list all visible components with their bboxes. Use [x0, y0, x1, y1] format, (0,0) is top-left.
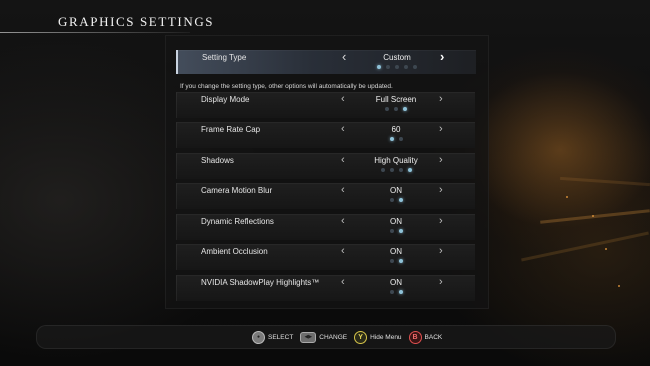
change-hint-label: CHANGE	[319, 333, 348, 341]
setting-value: ON	[390, 186, 402, 195]
level-dot	[413, 65, 417, 69]
setting-label: Display Mode	[201, 95, 250, 104]
chevron-left-icon[interactable]: ‹	[341, 184, 345, 196]
level-dot	[398, 137, 403, 141]
chevron-right-icon[interactable]: ›	[439, 276, 443, 288]
chevron-right-icon[interactable]: ›	[439, 93, 443, 105]
level-dot	[385, 107, 389, 111]
level-indicator	[354, 65, 440, 71]
level-indicator	[353, 168, 439, 174]
page-title: GRAPHICS SETTINGS	[58, 14, 215, 29]
level-indicator	[353, 229, 439, 235]
level-dot-active	[403, 107, 407, 111]
setting-label: Setting Type	[202, 53, 247, 62]
level-dot-active	[398, 198, 403, 202]
select-hint-label: SELECT	[268, 333, 294, 341]
level-dot	[394, 107, 398, 111]
ember-particle	[592, 215, 594, 217]
y-button-icon[interactable]: Y	[354, 330, 368, 344]
level-dot-active	[398, 290, 403, 294]
chevron-right-icon[interactable]: ›	[439, 154, 443, 166]
chevron-left-icon[interactable]: ‹	[341, 93, 345, 105]
level-dot	[386, 65, 390, 69]
chevron-left-icon[interactable]: ‹	[341, 276, 345, 288]
setting-label: NVIDIA ShadowPlay Highlights™	[201, 278, 320, 287]
level-dot	[389, 168, 394, 172]
background-beam	[560, 176, 650, 187]
hide-menu-hint-label: Hide Menu	[370, 333, 402, 341]
level-indicator	[353, 290, 439, 296]
level-dot	[389, 259, 394, 263]
level-indicator	[353, 259, 439, 265]
setting-value: ON	[390, 278, 402, 287]
setting-label: Shadows	[201, 156, 234, 165]
setting-label: Camera Motion Blur	[201, 186, 273, 195]
setting-row-setting-type[interactable]: Setting Type ‹ Custom ›	[176, 50, 476, 74]
setting-row-dynamic-reflections[interactable]: Dynamic Reflections ‹ ON ›	[176, 214, 475, 240]
level-dot-active	[398, 259, 403, 263]
setting-row-ambient-occlusion[interactable]: Ambient Occlusion ‹ ON ›	[176, 244, 475, 270]
level-dot	[389, 229, 394, 233]
setting-row-nvidia-shadowplay-highlights[interactable]: NVIDIA ShadowPlay Highlights™ ‹ ON ›	[176, 275, 475, 301]
chevron-right-icon[interactable]: ›	[439, 123, 443, 135]
dpad-icon: ◀▶	[300, 331, 317, 343]
b-button-icon[interactable]: B	[408, 330, 422, 344]
level-dot-active	[398, 229, 403, 233]
setting-row-shadows[interactable]: Shadows ‹ High Quality ›	[176, 153, 475, 179]
setting-label: Dynamic Reflections	[201, 217, 274, 226]
chevron-left-icon[interactable]: ‹	[341, 154, 345, 166]
level-dot	[404, 65, 408, 69]
setting-type-notice: If you change the setting type, other op…	[180, 83, 393, 90]
level-dot	[398, 168, 403, 172]
chevron-right-icon[interactable]: ›	[440, 50, 444, 63]
title-divider	[0, 32, 190, 33]
level-dot-active	[389, 137, 394, 141]
graphics-settings-screen: GRAPHICS SETTINGS Setting Type ‹ Custom …	[0, 0, 650, 366]
chevron-right-icon[interactable]: ›	[439, 184, 443, 196]
setting-value: Full Screen	[375, 95, 417, 104]
setting-value: High Quality	[374, 156, 418, 165]
level-dot	[389, 290, 394, 294]
left-stick-icon: ●	[252, 330, 265, 344]
setting-row-camera-motion-blur[interactable]: Camera Motion Blur ‹ ON ›	[176, 183, 475, 209]
level-indicator	[353, 137, 439, 143]
ember-particle	[618, 285, 620, 287]
level-indicator	[353, 198, 439, 204]
chevron-left-icon[interactable]: ‹	[341, 245, 345, 257]
chevron-right-icon[interactable]: ›	[439, 245, 443, 257]
setting-row-display-mode[interactable]: Display Mode ‹ Full Screen ›	[176, 92, 475, 118]
level-dot-active	[377, 65, 381, 69]
title-bar: GRAPHICS SETTINGS	[0, 0, 650, 38]
level-indicator	[353, 107, 439, 113]
level-dot-active	[407, 168, 412, 172]
setting-value: ON	[390, 247, 402, 256]
level-dot	[395, 65, 399, 69]
setting-label: Frame Rate Cap	[201, 125, 261, 134]
back-hint-label: BACK	[424, 333, 443, 341]
level-dot	[389, 198, 394, 202]
control-hints: ● SELECT ◀▶ CHANGE Y Hide Menu B BACK	[252, 330, 446, 344]
setting-row-frame-rate-cap[interactable]: Frame Rate Cap ‹ 60 ›	[176, 122, 475, 148]
setting-value: Custom	[383, 53, 411, 62]
chevron-left-icon[interactable]: ‹	[341, 215, 345, 227]
level-dot	[380, 168, 385, 172]
setting-label: Ambient Occlusion	[201, 247, 268, 256]
chevron-left-icon[interactable]: ‹	[342, 50, 346, 63]
setting-value: 60	[391, 125, 401, 134]
background-beam	[521, 231, 649, 262]
ember-particle	[566, 196, 568, 198]
chevron-right-icon[interactable]: ›	[439, 215, 443, 227]
setting-value: ON	[390, 217, 402, 226]
background-beam	[540, 209, 650, 224]
ember-particle	[605, 248, 607, 250]
chevron-left-icon[interactable]: ‹	[341, 123, 345, 135]
